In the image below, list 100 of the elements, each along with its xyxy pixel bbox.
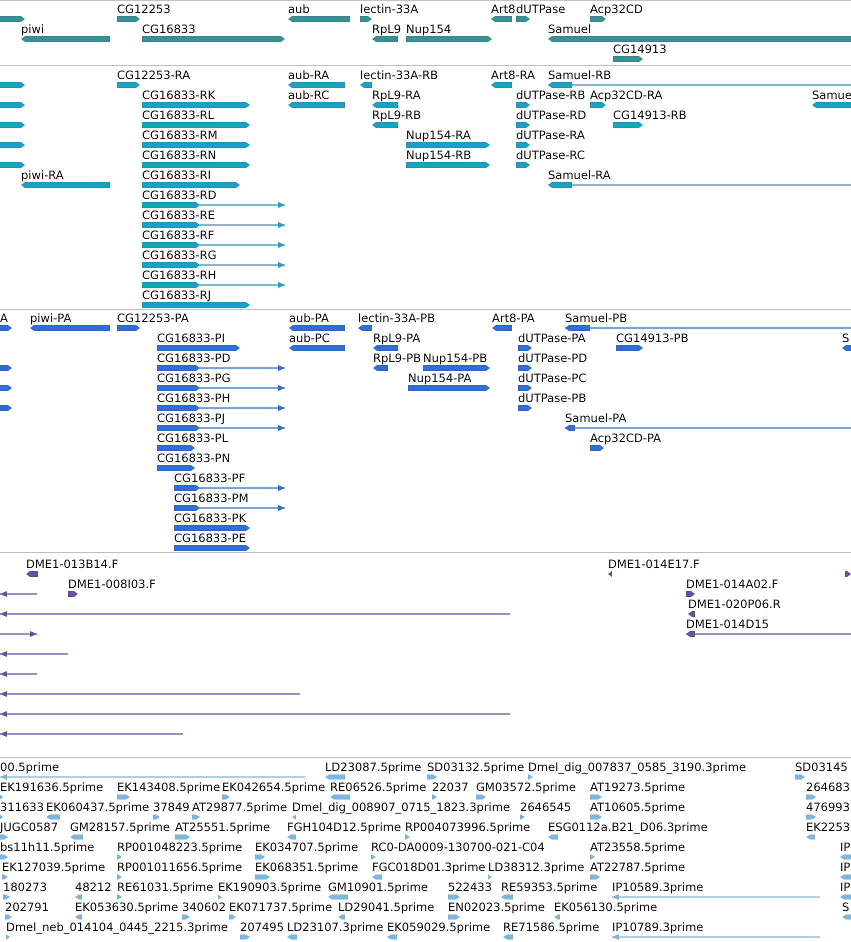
feature-label: RE71586.5prime (503, 921, 600, 934)
feature-label: CG16833-RK (142, 89, 216, 102)
feature-label: lectin-33A-PB (358, 312, 435, 325)
feature-label: CG16833-PF (174, 472, 246, 485)
feature-label: AT25551.5prime (175, 821, 270, 834)
feature-label: CG16833-RH (142, 269, 216, 282)
feature-label: Dmel_neb_014104_0445_2215.3prime (6, 921, 228, 934)
feature-label: RpL9-RA (372, 89, 421, 102)
feature-label: Nup154-RB (406, 149, 472, 162)
feature-label: DME1-008I03.F (68, 578, 156, 591)
feature-label: CG16833-RM (142, 129, 218, 142)
feature-label: IP (840, 881, 850, 894)
feature-label: A (0, 312, 8, 325)
feature-label: CG16833-RE (142, 209, 215, 222)
feature-label: CG16833-RF (142, 229, 214, 242)
feature-label: AT23558.5prime (590, 841, 686, 854)
feature-label: Samue (812, 89, 851, 102)
feature-label: piwi (21, 23, 44, 36)
feature-label: Samuel-RA (548, 169, 611, 182)
feature-label: CG14913 (613, 43, 667, 56)
feature-label: CG16833-PN (157, 452, 230, 465)
feature-label: EK071737.5prime (229, 901, 332, 914)
feature-label: AT19273.5prime (590, 781, 686, 794)
feature-label: GM10901.5prime (328, 881, 428, 894)
feature-label: EK127039.5prime (2, 861, 106, 874)
feature-label: GM28157.5prime (70, 821, 170, 834)
feature-label: DME1-020P06.R (688, 598, 781, 611)
feature-label: AT29877.5prime (192, 801, 288, 814)
feature-label: Acp32CD-RA (590, 89, 662, 102)
feature-label: CG16833-PK (174, 512, 246, 525)
feature-label: Samuel-PA (565, 412, 626, 425)
feature-label: Samuel (548, 23, 592, 36)
feature-label: S (842, 332, 850, 345)
feature-label: aub-PC (289, 332, 330, 345)
feature-label: dUTPase-PB (518, 392, 586, 405)
feature-label: CG14913-PB (616, 332, 688, 345)
feature-label: CG16833-RL (142, 109, 214, 122)
feature-label: RE61031.5prime (117, 881, 214, 894)
feature-label: CG16833-PE (174, 532, 246, 545)
feature-label: aub-PA (289, 312, 329, 325)
feature-label: CG16833 (142, 23, 196, 36)
feature-label: aub-RC (288, 89, 330, 102)
feature-label: CG16833-PJ (157, 412, 226, 425)
feature-label: Dmel_dig_008907_0715_1823.3prime (292, 801, 510, 814)
feature-label: DME1-014A02.F (686, 578, 778, 591)
feature-label: bs11h11.5prime (0, 841, 94, 854)
feature-label: CG14913-RB (613, 109, 687, 122)
feature-label: RE06526.5prime (330, 781, 426, 794)
feature-label: 476993 (806, 801, 850, 814)
feature-label: EK056130.5prime (554, 901, 658, 914)
feature-label: EK034707.5prime (255, 841, 358, 854)
feature-label: piwi-RA (21, 169, 64, 182)
feature-label: Nup154-RA (406, 129, 471, 142)
feature-label: CG16833-PD (157, 352, 230, 365)
feature-label: EK042654.5prime (222, 781, 326, 794)
feature-label: dUTPase-PD (518, 352, 588, 365)
feature-label: dUTPase-RC (516, 149, 585, 162)
feature-label: EN02023.5prime (448, 901, 545, 914)
feature-label: lectin-33A-RB (360, 69, 438, 82)
feature-label: CG16833-PG (157, 372, 231, 385)
feature-label: EK059029.5prime (387, 921, 490, 934)
feature-label: Nup154 (406, 23, 452, 36)
feature-label: Samuel-PB (565, 312, 628, 325)
feature-label: EK068351.5prime (255, 861, 358, 874)
feature-label: 202791 (5, 901, 49, 914)
feature-label: RpL9-PA (373, 332, 420, 345)
feature-label: dUTPase-PC (518, 372, 586, 385)
feature-label: LD29041.5prime (338, 901, 434, 914)
feature-label: IP10589.3prime (612, 881, 704, 894)
feature-label: RP004073996.5prime (405, 821, 530, 834)
feature-label: Samuel-RB (548, 69, 612, 82)
feature-label: RE59353.5prime (501, 881, 598, 894)
feature-label: CG16833-RN (142, 149, 216, 162)
feature-label: AT22787.5prime (590, 861, 686, 874)
feature-label: RP001048223.5prime (117, 841, 242, 854)
feature-label: FGC018D01.3prime (372, 861, 486, 874)
feature-label: dUTPase (516, 3, 566, 16)
feature-label: aub (288, 3, 310, 16)
feature-label: Dmel_dig_007837_0585_3190.3prime (528, 761, 746, 774)
feature-label: IP10789.3prime (612, 921, 704, 934)
feature-label: dUTPase-RD (516, 109, 586, 122)
feature-label: S (842, 901, 850, 914)
feature-label: CG16833-RJ (142, 289, 212, 302)
feature-label: 48212 (75, 881, 112, 894)
feature-label: CG12253-RA (117, 69, 190, 82)
feature-label: EK190903.5prime (218, 881, 322, 894)
feature-label: CG16833-RG (142, 249, 217, 262)
feature-label: DME1-014D15 (686, 618, 769, 631)
feature-label: EK191636.5prime (0, 781, 104, 794)
feature-label: SD03132.5prime (427, 761, 524, 774)
feature-label: Art8-PA (492, 312, 535, 325)
feature-label: GM03572.5prime (476, 781, 576, 794)
feature-label: FGH104D12.5prime (287, 821, 402, 834)
feature-label: dUTPase-RB (516, 89, 586, 102)
feature-label: 180273 (3, 881, 47, 894)
feature-label: EK053630.5prime (75, 901, 178, 914)
feature-label: LD23107.3prime (287, 921, 384, 934)
feature-label: RpL9-RB (372, 109, 422, 122)
feature-label: Nup154-PA (408, 372, 472, 385)
feature-label: LD23087.5prime (325, 761, 422, 774)
